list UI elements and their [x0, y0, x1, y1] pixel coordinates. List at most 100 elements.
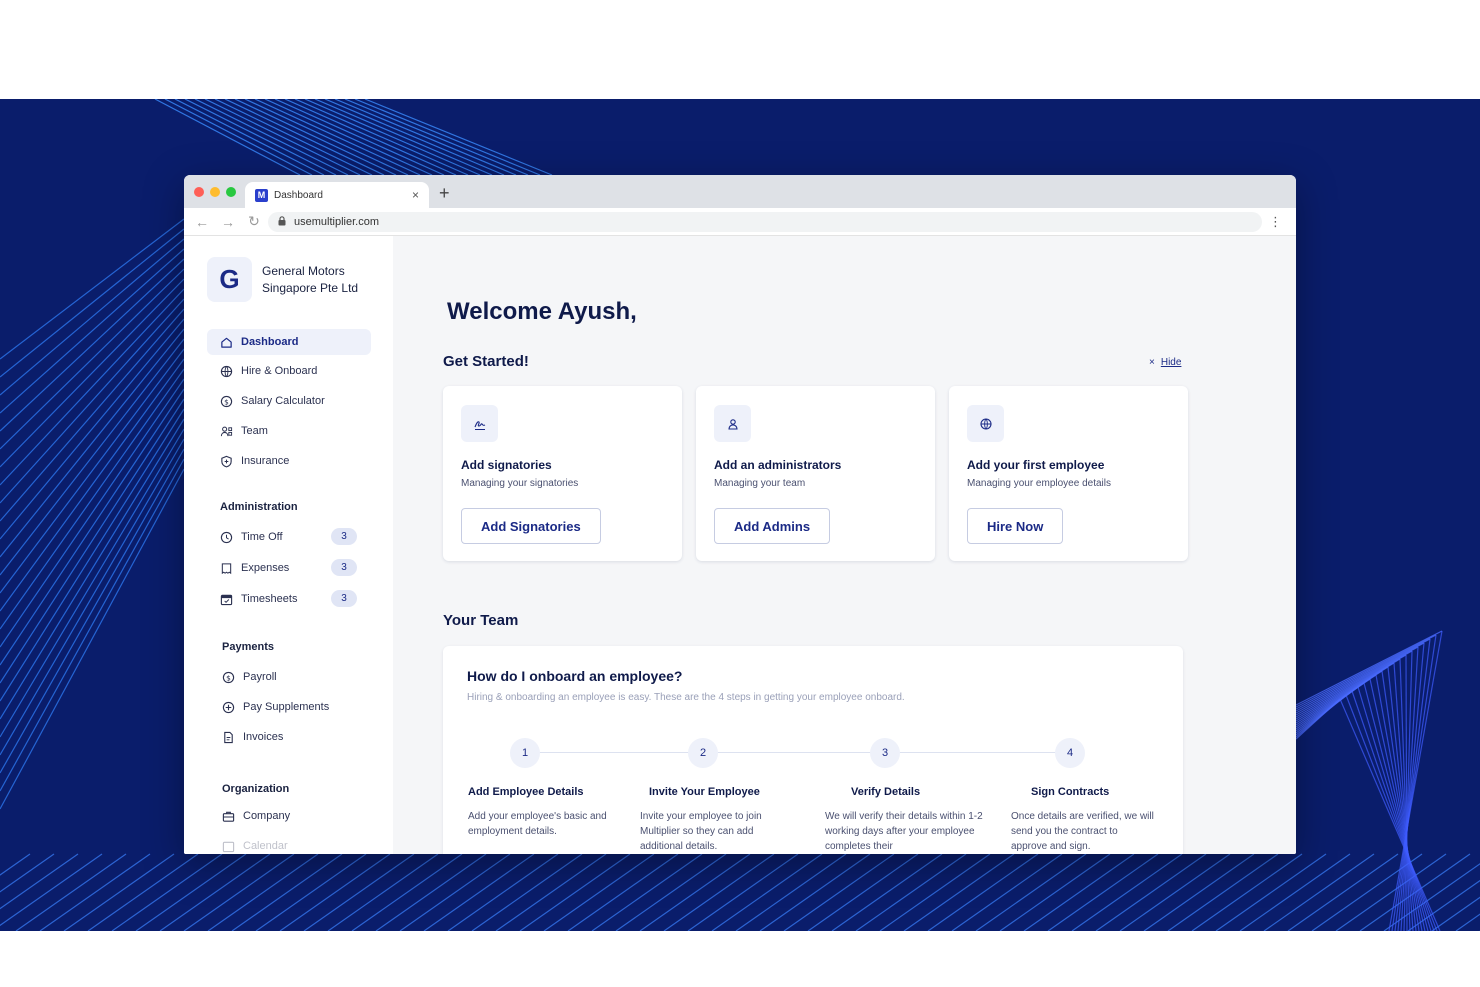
decorative-line — [495, 853, 607, 931]
decorative-line — [87, 853, 199, 931]
decorative-line — [0, 853, 79, 910]
decorative-line — [1023, 853, 1135, 931]
decorative-line — [615, 853, 727, 931]
url-input[interactable]: usemultiplier.com — [268, 212, 1262, 232]
back-arrow-icon[interactable]: ← — [194, 214, 210, 230]
hide-label: Hide — [1160, 357, 1182, 368]
hire-now-button[interactable]: Hire Now — [967, 508, 1064, 544]
card-add-administrators: Add an administrators Managing your team… — [696, 386, 935, 561]
sidebar-item-label: Pay Supplements — [243, 701, 330, 713]
decorative-line — [0, 458, 185, 792]
decorative-line — [327, 853, 439, 931]
sidebar-item-calendar[interactable]: Calendar — [209, 833, 373, 854]
decorative-line — [855, 853, 967, 931]
decorative-line — [0, 308, 185, 522]
decorative-line — [375, 853, 487, 931]
section-title-administration: Administration — [220, 501, 298, 513]
sidebar-item-timesheets[interactable]: Timesheets 3 — [207, 586, 371, 612]
hide-get-started-link[interactable]: × Hide — [1149, 357, 1181, 368]
decorative-line — [999, 853, 1111, 931]
decorative-line — [0, 298, 185, 504]
sidebar-item-label: Time Off — [241, 531, 283, 543]
decorative-line — [519, 853, 631, 931]
sidebar-item-insurance[interactable]: Insurance — [207, 448, 371, 474]
decorative-line — [0, 438, 185, 756]
sidebar-item-dashboard[interactable]: Dashboard — [207, 329, 371, 355]
decorative-line — [399, 853, 511, 931]
reload-icon[interactable]: ↻ — [246, 213, 262, 230]
decorative-line — [759, 853, 871, 931]
decorative-line — [879, 853, 991, 931]
decorative-line — [831, 853, 943, 931]
close-icon: × — [1149, 357, 1155, 368]
sidebar-item-invoices[interactable]: Invoices — [209, 724, 373, 750]
decorative-line — [1405, 654, 1408, 931]
invoice-icon — [221, 730, 235, 744]
sidebar-item-pay-supplements[interactable]: Pay Supplements — [209, 694, 373, 720]
add-signatories-button[interactable]: Add Signatories — [461, 508, 601, 544]
close-window-button[interactable] — [194, 187, 204, 197]
decorative-line — [15, 853, 127, 931]
decorative-line — [1239, 853, 1351, 931]
sidebar-item-company[interactable]: Company — [209, 803, 373, 829]
decorative-line — [207, 853, 319, 931]
svg-text:$: $ — [224, 397, 229, 406]
browser-menu-icon[interactable]: ⋮ — [1269, 214, 1282, 230]
add-admins-button[interactable]: Add Admins — [714, 508, 831, 544]
browser-tab-dashboard[interactable]: M Dashboard × — [245, 182, 429, 208]
decorative-line — [975, 853, 1087, 931]
decorative-line — [951, 853, 1063, 931]
minimize-window-button[interactable] — [210, 187, 220, 197]
decorative-line — [1407, 879, 1480, 931]
decorative-line — [194, 99, 349, 176]
sidebar-item-salary-calculator[interactable]: $ Salary Calculator — [207, 388, 371, 414]
sidebar-item-label: Insurance — [241, 455, 290, 467]
decorative-line — [687, 853, 799, 931]
decorative-line — [1295, 638, 1431, 710]
step-number: 3 — [870, 738, 900, 768]
decorative-line — [1167, 853, 1279, 931]
decorative-line — [1215, 853, 1327, 931]
clock-icon — [219, 530, 233, 544]
sidebar-item-payroll[interactable]: $ Payroll — [209, 664, 373, 690]
decorative-line — [1339, 698, 1441, 931]
card-subtitle: Managing your employee details — [967, 478, 1111, 489]
decorative-line — [0, 388, 185, 666]
decorative-line — [1047, 853, 1159, 931]
your-team-heading: Your Team — [443, 612, 519, 629]
step-title: Add Employee Details — [468, 786, 584, 798]
sidebar-item-label: Hire & Onboard — [241, 365, 318, 377]
sidebar-item-time-off[interactable]: Time Off 3 — [207, 524, 371, 550]
sidebar-item-team[interactable]: Team — [207, 418, 371, 444]
card-title: Add your first employee — [967, 458, 1105, 472]
company-switcher[interactable]: G General Motors Singapore Pte Ltd — [207, 257, 372, 302]
browser-window: M Dashboard × + ← → ↻ usemultiplier.com … — [184, 175, 1296, 854]
close-tab-icon[interactable]: × — [412, 188, 419, 202]
decorative-line — [0, 288, 185, 486]
maximize-window-button[interactable] — [226, 187, 236, 197]
decorative-line — [0, 328, 185, 558]
home-icon — [219, 335, 233, 349]
step-description: We will verify their details within 1-2 … — [825, 811, 983, 852]
decorative-line — [1119, 853, 1231, 931]
decorative-line — [1191, 853, 1303, 931]
decorative-line — [0, 258, 185, 432]
decorative-line — [1143, 853, 1255, 931]
sidebar-item-expenses[interactable]: Expenses 3 — [207, 555, 371, 581]
sidebar-item-hire-onboard[interactable]: Hire & Onboard — [207, 358, 371, 384]
card-add-signatories: Add signatories Managing your signatorie… — [443, 386, 682, 561]
decorative-line — [663, 853, 775, 931]
decorative-line — [1095, 853, 1207, 931]
decorative-line — [231, 853, 343, 931]
step-description: Add your employee's basic and employment… — [468, 811, 607, 837]
forward-arrow-icon[interactable]: → — [220, 214, 236, 230]
sidebar-item-label: Payroll — [243, 671, 277, 683]
decorative-line — [0, 318, 185, 540]
section-title-payments: Payments — [222, 641, 274, 653]
globe-icon — [967, 405, 1004, 442]
new-tab-button[interactable]: + — [439, 183, 450, 204]
payroll-icon: $ — [221, 670, 235, 684]
sidebar-item-label: Expenses — [241, 562, 290, 574]
signature-icon — [461, 405, 498, 442]
decorative-line — [711, 853, 823, 931]
